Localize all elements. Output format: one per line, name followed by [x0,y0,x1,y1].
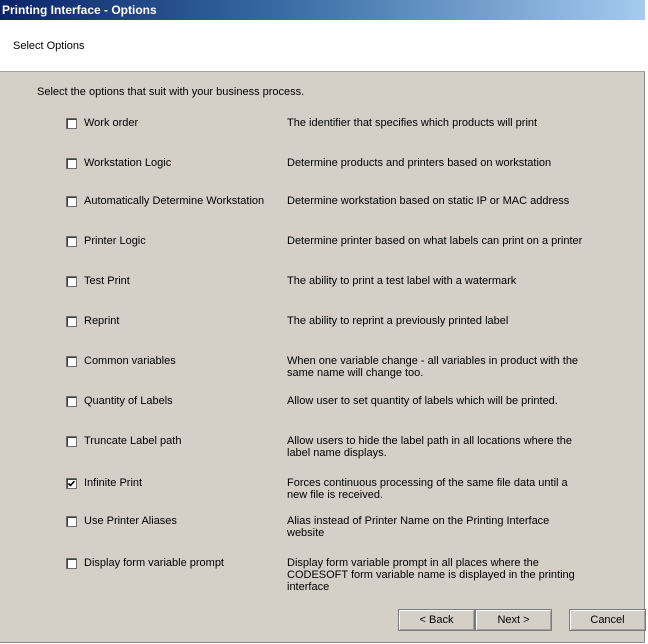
option-checkbox[interactable] [66,196,77,207]
option-checkbox[interactable] [66,396,77,407]
option-description: Alias instead of Printer Name on the Pri… [287,515,550,539]
option-label[interactable]: Workstation Logic [84,157,171,169]
option-label[interactable]: Work order [84,117,138,129]
option-row: Test Print The ability to print a test la… [13,275,636,306]
option-label[interactable]: Use Printer Aliases [84,515,177,527]
option-description: When one variable change - all variables… [287,355,579,379]
option-row: Infinite Print Forces continuous processi… [13,477,636,508]
option-description: The ability to print a test label with a… [287,275,517,287]
option-row: Truncate Label path Allow users to hide t… [13,435,636,466]
option-label[interactable]: Truncate Label path [84,435,181,447]
option-checkbox[interactable] [66,478,77,489]
cancel-button[interactable]: Cancel [569,609,646,631]
option-checkbox[interactable] [66,558,77,569]
option-description: The ability to reprint a previously prin… [287,315,509,327]
option-row: Use Printer Aliases Alias instead of Pri… [13,515,636,546]
option-label[interactable]: Infinite Print [84,477,142,489]
option-description: The identifier that specifies which prod… [287,117,538,129]
option-description: Forces continuous processing of the same… [287,477,568,501]
option-checkbox[interactable] [66,236,77,247]
option-description: Display form variable prompt in all plac… [287,557,575,593]
option-checkbox[interactable] [66,436,77,447]
back-button[interactable]: < Back [398,609,475,631]
option-label[interactable]: Test Print [84,275,130,287]
option-checkbox[interactable] [66,158,77,169]
wizard-header: Select Options [0,20,645,72]
option-label[interactable]: Reprint [84,315,119,327]
option-row: Workstation Logic Determine products and … [13,157,636,188]
next-button[interactable]: Next > [475,609,552,631]
option-row: Work order The identifier that specifies … [13,117,636,148]
option-label[interactable]: Automatically Determine Workstation [84,195,264,207]
option-label[interactable]: Common variables [84,355,176,367]
option-checkbox[interactable] [66,316,77,327]
option-checkbox[interactable] [66,356,77,367]
option-row: Automatically Determine Workstation Deter… [13,195,636,226]
option-row: Quantity of Labels Allow user to set quan… [13,395,636,426]
option-description: Determine printer based on what labels c… [287,235,583,247]
option-description: Determine products and printers based on… [287,157,552,169]
option-checkbox[interactable] [66,516,77,527]
option-row: Reprint The ability to reprint a previous… [13,315,636,346]
option-label[interactable]: Printer Logic [84,235,146,247]
checkmark-icon [67,480,76,487]
options-panel: Select the options that suit with your b… [13,72,636,596]
option-description: Allow users to hide the label path in al… [287,435,572,459]
option-checkbox[interactable] [66,276,77,287]
options-dialog: Printing Interface - Options Select Opti… [0,0,646,643]
option-row: Display form variable prompt Display form… [13,557,636,593]
option-label[interactable]: Display form variable prompt [84,557,224,569]
option-description: Allow user to set quantity of labels whi… [287,395,558,407]
option-row: Printer Logic Determine printer based on … [13,235,636,266]
intro-text: Select the options that suit with your b… [37,86,305,98]
option-checkbox[interactable] [66,118,77,129]
page-title: Select Options [13,40,85,52]
option-label[interactable]: Quantity of Labels [84,395,173,407]
title-bar: Printing Interface - Options [0,0,645,20]
option-description: Determine workstation based on static IP… [287,195,570,207]
option-row: Common variables When one variable change… [13,355,636,386]
